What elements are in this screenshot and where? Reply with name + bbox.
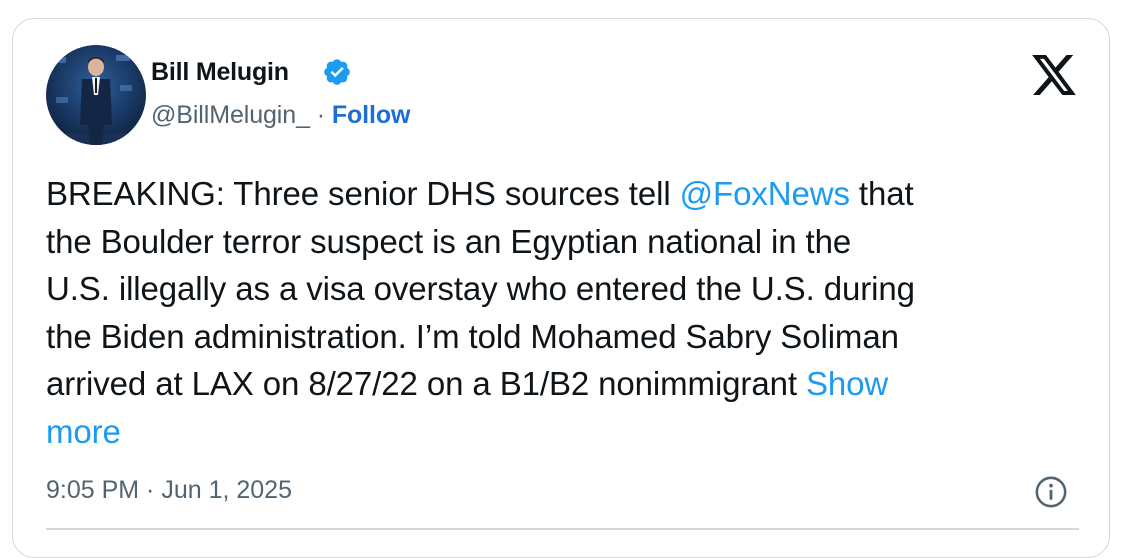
tweet-text-segment: U.S. illegally as a visa overstay who en… <box>46 270 915 307</box>
tweet-text-segment: that <box>849 175 914 212</box>
handle-separator: · <box>316 101 325 129</box>
x-logo-icon[interactable] <box>1032 55 1076 95</box>
tweet-line: BREAKING: Three senior DHS sources tell … <box>46 170 1086 218</box>
tweet-text-segment: arrived at LAX on 8/27/22 on a B1/B2 non… <box>46 365 806 402</box>
author-name[interactable]: Bill Melugin <box>151 57 289 87</box>
author-handle[interactable]: @BillMelugin_ <box>151 101 310 129</box>
tweet-card[interactable]: Bill Melugin @BillMelugin_ · Follow BREA… <box>12 18 1110 558</box>
divider <box>46 528 1079 530</box>
tweet-line: more <box>46 408 1086 456</box>
mention-link[interactable]: @FoxNews <box>680 175 850 212</box>
tweet-text-segment: the Boulder terror suspect is an Egyptia… <box>46 222 852 260</box>
show-more-link[interactable]: more <box>46 413 121 450</box>
avatar[interactable] <box>46 45 146 145</box>
timestamp[interactable]: 9:05 PM · Jun 1, 2025 <box>46 474 292 506</box>
show-more-link[interactable]: Show <box>806 365 888 402</box>
tweet-text-segment: BREAKING: Three senior DHS sources tell <box>46 175 680 212</box>
verified-badge-icon <box>324 59 350 85</box>
handle-line: @BillMelugin_ · Follow <box>151 99 410 131</box>
tweet-line: the Boulder terror suspect is an Egyptia… <box>46 218 1086 266</box>
tweet-text-segment: the Biden administration. I’m told Moham… <box>46 317 899 355</box>
tweet-line: arrived at LAX on 8/27/22 on a B1/B2 non… <box>46 360 1086 408</box>
tweet-line: the Biden administration. I’m told Moham… <box>46 313 1086 361</box>
tweet-text: BREAKING: Three senior DHS sources tell … <box>46 170 1086 455</box>
follow-button[interactable]: Follow <box>332 101 411 129</box>
info-icon[interactable] <box>1034 475 1068 509</box>
avatar-photo <box>46 45 146 145</box>
tweet-line: U.S. illegally as a visa overstay who en… <box>46 265 1086 313</box>
